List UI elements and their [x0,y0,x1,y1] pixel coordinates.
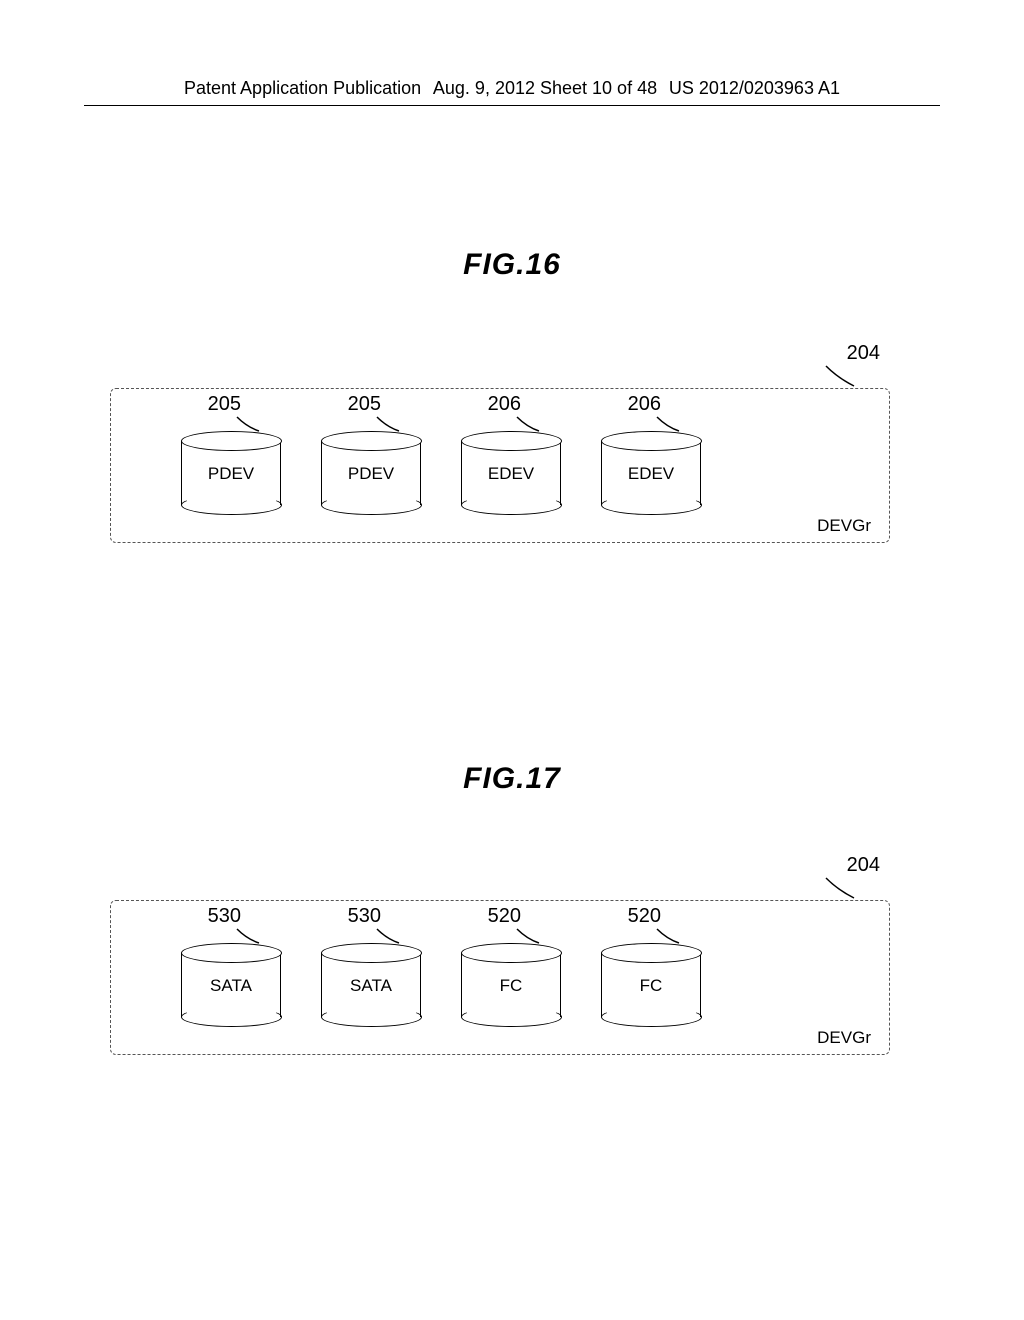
fig17-cylinder-3: 520 FC [461,953,561,1017]
fig17-cyl3-label: FC [500,976,523,996]
fig16-cyl3-label: EDEV [488,464,534,484]
fig17-cylinder-4: 520 FC [601,953,701,1017]
fig16-cyl1-ref: 205 [208,393,241,416]
figure-17: 204 DEVGr 530 SATA 530 SATA 520 [110,900,890,1070]
fig16-cylinder-4: 206 EDEV [601,441,701,505]
figure-16-caption: FIG.16 [0,248,1024,282]
fig17-cyl3-ref: 520 [488,905,521,928]
fig17-cyl2-ref: 530 [348,905,381,928]
page-header: Patent Application Publication Aug. 9, 2… [84,78,940,106]
fig16-cyl4-label: EDEV [628,464,674,484]
fig17-cylinder-1: 530 SATA [181,953,281,1017]
fig17-group-ref: 204 [847,854,880,877]
fig17-devgr-label: DEVGr [817,1028,871,1048]
fig16-cyl3-ref: 206 [488,393,521,416]
fig17-cyl1-label: SATA [210,976,252,996]
fig16-group-ref: 204 [847,342,880,365]
fig16-cyl1-label: PDEV [208,464,254,484]
fig17-devgr-box: DEVGr 530 SATA 530 SATA 520 F [110,900,890,1055]
fig16-cyl2-label: PDEV [348,464,394,484]
fig17-cyl1-ref: 530 [208,905,241,928]
fig16-cylinder-1: 205 PDEV [181,441,281,505]
fig16-devgr-label: DEVGr [817,516,871,536]
header-right: US 2012/0203963 A1 [669,78,840,99]
fig16-cylinder-2: 205 PDEV [321,441,421,505]
fig17-cyl4-label: FC [640,976,663,996]
fig17-cyl4-ref: 520 [628,905,661,928]
leader-line-icon [824,876,862,900]
header-mid: Aug. 9, 2012 Sheet 10 of 48 [433,78,657,99]
fig17-cylinder-2: 530 SATA [321,953,421,1017]
fig16-cyl4-ref: 206 [628,393,661,416]
fig17-cyl2-label: SATA [350,976,392,996]
fig16-cylinder-3: 206 EDEV [461,441,561,505]
fig16-devgr-box: DEVGr 205 PDEV 205 PDEV 206 E [110,388,890,543]
header-left: Patent Application Publication [184,78,421,99]
figure-17-caption: FIG.17 [0,762,1024,796]
fig16-cyl2-ref: 205 [348,393,381,416]
leader-line-icon [824,364,862,388]
figure-16: 204 DEVGr 205 PDEV 205 PDEV 206 [110,388,890,558]
